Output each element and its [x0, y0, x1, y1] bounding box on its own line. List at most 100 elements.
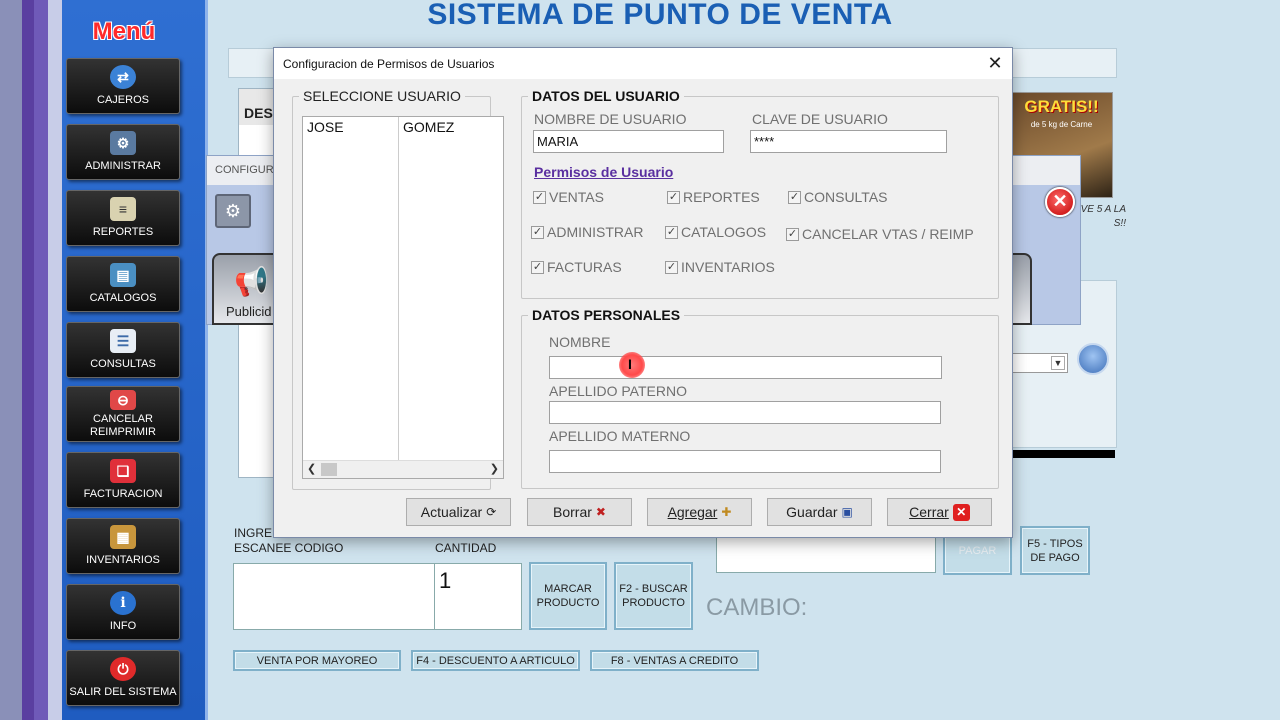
cerrar-label: Cerrar [909, 504, 949, 520]
tab-publicidad[interactable]: 📢 Publicid [212, 253, 282, 325]
mouse-cursor-highlight [619, 352, 645, 378]
refresh-icon: ⟳ [486, 505, 497, 519]
horizontal-scrollbar[interactable]: ❮ ❯ [303, 460, 503, 478]
permission-facturas[interactable]: ✓ FACTURAS [531, 259, 622, 275]
gear-icon: ⚙ [215, 194, 251, 228]
guardar-button[interactable]: Guardar ▣ [767, 498, 872, 526]
buscar-producto-button[interactable]: F2 - BUSCAR PRODUCTO [614, 562, 693, 630]
info-icon: i [110, 591, 136, 615]
sidebar-item-label: ADMINISTRAR [85, 160, 161, 172]
barcode-input[interactable] [233, 563, 435, 630]
checkbox-checked-icon: ✓ [665, 260, 678, 274]
agregar-button[interactable]: Agregar ✚ [647, 498, 752, 526]
password-label: CLAVE DE USUARIO [752, 111, 888, 127]
sidebar-item-facturacion[interactable]: ❑ FACTURACION [66, 452, 180, 508]
username-field[interactable] [533, 130, 724, 153]
chevron-right-icon[interactable]: ❯ [490, 462, 499, 475]
sidebar-item-label: CANCELAR [93, 413, 153, 425]
permission-catalogos[interactable]: ✓ CATALOGOS [665, 224, 766, 240]
sidebar-item-cancelar-reimprimir[interactable]: ⊖ CANCELAR REIMPRIMIR [66, 386, 180, 442]
marcar-producto-button[interactable]: MARCAR PRODUCTO [529, 562, 607, 630]
password-field[interactable] [750, 130, 947, 153]
permission-administrar[interactable]: ✓ ADMINISTRAR [531, 224, 643, 240]
sidebar-item-catalogos[interactable]: ▤ CATALOGOS [66, 256, 180, 312]
sidebar-item-label: REPORTES [92, 226, 154, 238]
permission-cancelar-vtas[interactable]: ✓ CANCELAR VTAS / REIMP [786, 226, 974, 242]
page-title: SISTEMA DE PUNTO DE VENTA [427, 0, 893, 31]
sidebar-menu: Menú ⇄ CAJEROS ⚙ ADMINISTRAR ≡ REPORTES … [62, 0, 208, 720]
apellido-paterno-label: APELLIDO PATERNO [549, 383, 687, 399]
chevron-left-icon[interactable]: ❮ [307, 462, 316, 475]
checkbox-checked-icon: ✓ [665, 225, 678, 239]
promo-title: GRATIS!! [1024, 97, 1099, 116]
venta-mayoreo-button[interactable]: VENTA POR MAYOREO [233, 650, 401, 671]
permission-ventas[interactable]: ✓ VENTAS [533, 189, 604, 205]
sidebar-item-administrar[interactable]: ⚙ ADMINISTRAR [66, 124, 180, 180]
avatar[interactable] [1077, 343, 1109, 375]
scrollbar-thumb[interactable] [321, 463, 337, 476]
inventory-icon: ▦ [110, 525, 136, 549]
borrar-button[interactable]: Borrar ✖ [527, 498, 632, 526]
user-list[interactable]: JOSE GOMEZ ❮ ❯ [302, 116, 504, 479]
guardar-label: Guardar [786, 504, 838, 520]
permission-consultas[interactable]: ✓ CONSULTAS [788, 189, 888, 205]
sidebar-item-cajeros[interactable]: ⇄ CAJEROS [66, 58, 180, 114]
list-item[interactable]: JOSE GOMEZ [303, 117, 503, 137]
sidebar-item-salir[interactable]: ⏻ SALIR DEL SISTEMA [66, 650, 180, 706]
actualizar-button[interactable]: Actualizar ⟳ [406, 498, 511, 526]
catalog-icon: ▤ [110, 263, 136, 287]
dialog-title: Configuracion de Permisos de Usuarios [283, 57, 495, 71]
user-last-name: GOMEZ [403, 119, 455, 135]
sidebar-item-label: CAJEROS [97, 94, 149, 106]
cerrar-button[interactable]: Cerrar ✕ [887, 498, 992, 526]
sidebar-item-info[interactable]: i INFO [66, 584, 180, 640]
quantity-input[interactable]: 1 [434, 563, 522, 630]
user-first-name: JOSE [307, 119, 344, 135]
chevron-down-icon: ▼ [1051, 356, 1065, 370]
menu-title: Menú [92, 18, 156, 45]
permission-reportes[interactable]: ✓ REPORTES [667, 189, 760, 205]
apellido-materno-field[interactable] [549, 450, 941, 473]
permission-label: FACTURAS [547, 259, 622, 275]
cambio-label: CAMBIO: [706, 594, 808, 621]
personal-data-legend: DATOS PERSONALES [532, 307, 681, 323]
close-icon: ✕ [952, 503, 970, 521]
sidebar-item-inventarios[interactable]: ▦ INVENTARIOS [66, 518, 180, 574]
permissions-link[interactable]: Permisos de Usuario [534, 164, 673, 180]
actualizar-label: Actualizar [420, 504, 483, 520]
permission-label: CONSULTAS [804, 189, 888, 205]
ventas-credito-button[interactable]: F8 - VENTAS A CREDITO [590, 650, 759, 671]
agregar-label: Agregar [667, 504, 718, 520]
window-left-edge [0, 0, 62, 720]
tipos-pago-button[interactable]: F5 - TIPOS DE PAGO [1020, 526, 1090, 575]
close-icon[interactable]: ✕ [984, 52, 1006, 74]
sidebar-item-label-2: REIMPRIMIR [90, 426, 156, 438]
query-icon: ☰ [110, 329, 136, 353]
cashier-icon: ⇄ [110, 65, 136, 89]
sidebar-item-label: SALIR DEL SISTEMA [69, 686, 177, 698]
add-icon: ✚ [721, 505, 732, 519]
cashier-select[interactable]: ▼ [1012, 353, 1068, 373]
sidebar-item-label: INVENTARIOS [86, 554, 160, 566]
apellido-paterno-field[interactable] [549, 401, 941, 424]
column-divider [398, 117, 399, 460]
divider [1012, 450, 1115, 458]
permission-label: ADMINISTRAR [547, 224, 644, 240]
checkbox-checked-icon: ✓ [788, 190, 801, 204]
sidebar-item-reportes[interactable]: ≡ REPORTES [66, 190, 180, 246]
admin-icon: ⚙ [110, 131, 136, 155]
descuento-articulo-button[interactable]: F4 - DESCUENTO A ARTICULO [411, 650, 580, 671]
sidebar-item-label: INFO [109, 620, 137, 632]
escanee-label: ESCANEE CODIGO [234, 541, 344, 555]
permission-label: CANCELAR VTAS / REIMP [802, 226, 974, 242]
user-data-legend: DATOS DEL USUARIO [532, 88, 680, 104]
checkbox-checked-icon: ✓ [533, 190, 546, 204]
sidebar-item-label-group: CANCELAR REIMPRIMIR [67, 413, 179, 439]
sidebar-item-label: FACTURACION [83, 488, 163, 500]
checkbox-checked-icon: ✓ [786, 227, 799, 241]
permission-inventarios[interactable]: ✓ INVENTARIOS [665, 259, 775, 275]
borrar-label: Borrar [553, 504, 592, 520]
close-icon[interactable]: ✕ [1045, 187, 1075, 217]
nombre-field[interactable] [549, 356, 942, 379]
sidebar-item-consultas[interactable]: ☰ CONSULTAS [66, 322, 180, 378]
